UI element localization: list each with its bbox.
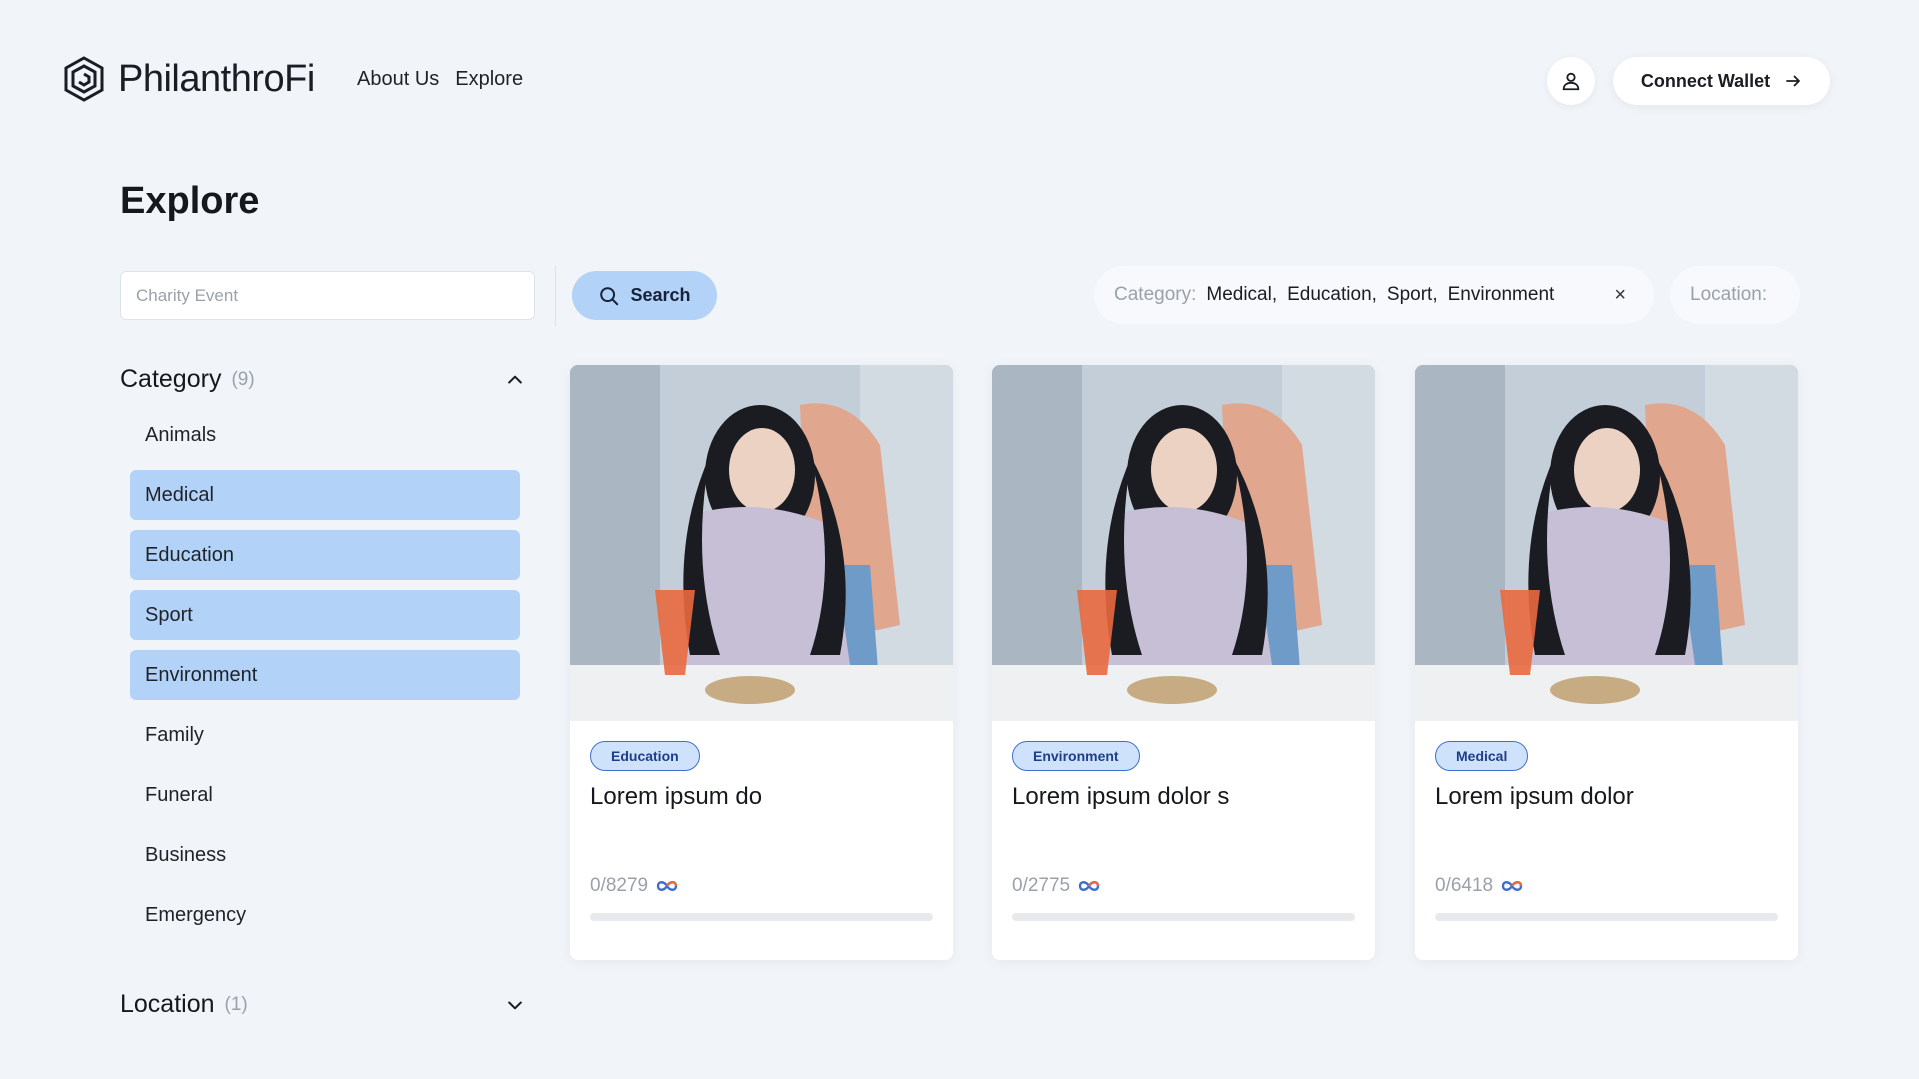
chevron-up-icon[interactable] bbox=[505, 370, 525, 390]
campaign-card[interactable]: Education Lorem ipsum do 0/8279 bbox=[570, 365, 953, 960]
connect-wallet-button[interactable]: Connect Wallet bbox=[1613, 57, 1830, 105]
category-option[interactable]: Environment bbox=[130, 650, 520, 700]
category-option[interactable]: Animals bbox=[130, 410, 520, 460]
category-option[interactable]: Sport bbox=[130, 590, 520, 640]
category-option[interactable]: Education bbox=[130, 530, 520, 580]
category-option[interactable]: Funeral bbox=[130, 770, 520, 820]
profile-button[interactable] bbox=[1547, 57, 1595, 105]
location-section-count: (1) bbox=[224, 993, 248, 1015]
search-input[interactable] bbox=[120, 271, 535, 320]
category-badge: Education bbox=[590, 741, 700, 771]
campaign-progress-bar bbox=[1012, 913, 1355, 921]
campaign-card-body: Medical Lorem ipsum dolor bbox=[1415, 721, 1798, 831]
campaign-image[interactable] bbox=[992, 365, 1375, 721]
category-filter-value: Sport, bbox=[1386, 284, 1438, 305]
campaign-progress-bar bbox=[1435, 913, 1778, 921]
page-title: Explore bbox=[120, 180, 260, 222]
category-badge: Environment bbox=[1012, 741, 1140, 771]
category-list: Animals Medical Education Sport Environment F… bbox=[130, 410, 520, 950]
campaign-progress: 0/8279 bbox=[590, 875, 680, 897]
category-section-title: Category bbox=[120, 365, 222, 393]
brand[interactable]: PhilanthroFi bbox=[62, 55, 315, 103]
search-divider bbox=[555, 266, 556, 326]
campaign-title[interactable]: Lorem ipsum dolor bbox=[1435, 783, 1778, 811]
campaign-title[interactable]: Lorem ipsum do bbox=[590, 783, 933, 811]
search-button-label: Search bbox=[630, 285, 691, 305]
campaign-progress: 0/6418 bbox=[1435, 875, 1525, 897]
clear-category-filter-icon[interactable]: × bbox=[1614, 284, 1626, 307]
campaign-card-body: Education Lorem ipsum do bbox=[570, 721, 953, 831]
campaign-image[interactable] bbox=[570, 365, 953, 721]
brand-name: PhilanthroFi bbox=[118, 57, 315, 100]
category-section-count: (9) bbox=[231, 368, 255, 390]
campaign-progress: 0/2775 bbox=[1012, 875, 1102, 897]
user-icon bbox=[1562, 72, 1580, 91]
main-nav: About Us Explore bbox=[357, 68, 523, 91]
category-option[interactable]: Emergency bbox=[130, 890, 520, 940]
campaign-title[interactable]: Lorem ipsum dolor s bbox=[1012, 783, 1355, 811]
hexagon-logo-icon bbox=[64, 56, 104, 102]
location-section-title: Location bbox=[120, 990, 215, 1018]
campaign-photo-illustration bbox=[570, 365, 953, 721]
category-section-header[interactable]: Category (9) bbox=[120, 365, 525, 394]
category-filter-values: Medical, Education, Sport, Environment bbox=[1206, 284, 1554, 306]
category-filter-value: Medical, bbox=[1206, 284, 1278, 305]
campaign-progress-bar bbox=[590, 913, 933, 921]
campaign-card[interactable]: Environment Lorem ipsum dolor s 0/2775 bbox=[992, 365, 1375, 960]
search-icon bbox=[600, 286, 619, 305]
location-filter-chip[interactable]: Location: bbox=[1670, 266, 1800, 324]
category-filter-value: Education, bbox=[1287, 284, 1377, 305]
category-filter-value: Environment bbox=[1447, 284, 1555, 305]
infinity-token-icon bbox=[656, 881, 678, 891]
campaign-photo-illustration bbox=[1415, 365, 1798, 721]
infinity-token-icon bbox=[1078, 881, 1100, 891]
campaign-card-body: Environment Lorem ipsum dolor s bbox=[992, 721, 1375, 831]
category-filter-chip[interactable]: Category: Medical, Education, Sport, Env… bbox=[1094, 266, 1654, 324]
category-option[interactable]: Medical bbox=[130, 470, 520, 520]
search-button[interactable]: Search bbox=[572, 271, 717, 320]
campaign-progress-text: 0/8279 bbox=[590, 875, 649, 896]
campaign-card[interactable]: Medical Lorem ipsum dolor 0/6418 bbox=[1415, 365, 1798, 960]
nav-about-us[interactable]: About Us bbox=[357, 68, 439, 91]
explore-page: PhilanthroFi About Us Explore Connect Wa… bbox=[0, 0, 1919, 1079]
category-filter-label: Category: bbox=[1114, 284, 1197, 305]
campaign-photo-illustration bbox=[992, 365, 1375, 721]
location-section-header[interactable]: Location (1) bbox=[120, 990, 525, 1019]
category-badge: Medical bbox=[1435, 741, 1529, 771]
campaign-image[interactable] bbox=[1415, 365, 1798, 721]
infinity-token-icon bbox=[1501, 881, 1523, 891]
nav-explore[interactable]: Explore bbox=[455, 68, 523, 91]
chevron-down-icon[interactable] bbox=[505, 995, 525, 1015]
location-filter-label: Location: bbox=[1690, 284, 1768, 305]
campaign-progress-text: 0/2775 bbox=[1012, 875, 1071, 896]
connect-wallet-label: Connect Wallet bbox=[1640, 70, 1771, 91]
category-option[interactable]: Business bbox=[130, 830, 520, 880]
campaign-progress-text: 0/6418 bbox=[1435, 875, 1494, 896]
arrow-right-icon bbox=[1786, 75, 1801, 87]
category-option[interactable]: Family bbox=[130, 710, 520, 760]
